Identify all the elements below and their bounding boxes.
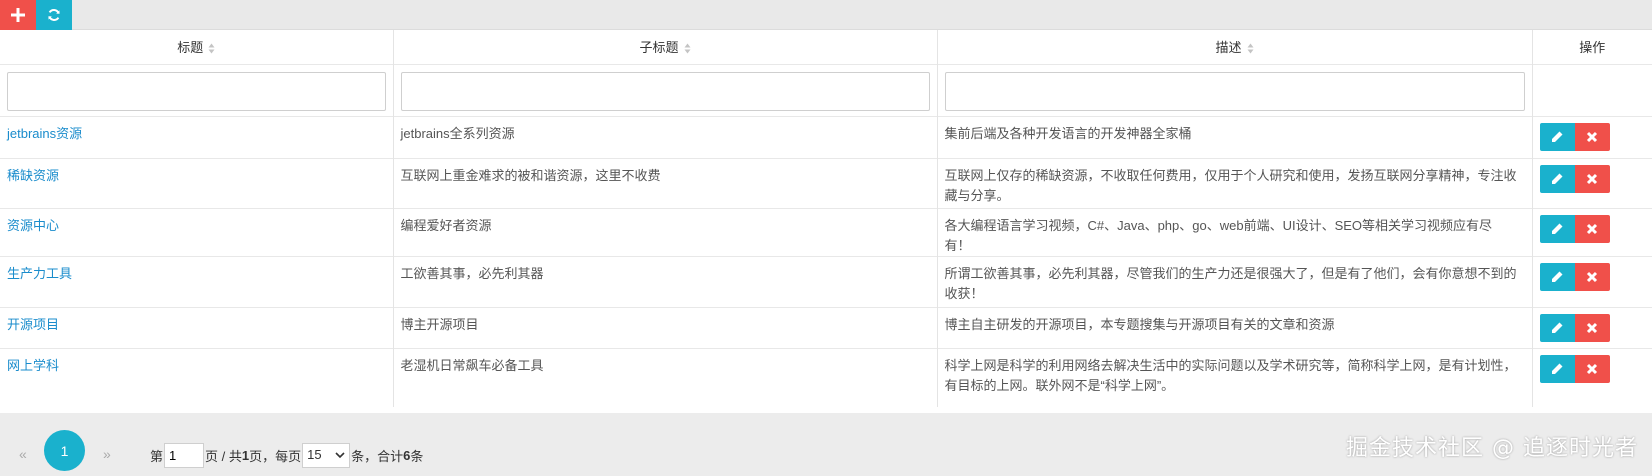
plus-icon	[11, 8, 25, 22]
toolbar	[0, 0, 1652, 30]
column-header-label: 子标题	[639, 40, 679, 56]
subtitle-filter-input[interactable]	[400, 71, 930, 111]
pencil-icon	[1552, 322, 1563, 333]
row-subtitle: 互联网上重金难求的被和谐资源，这里不收费	[393, 157, 938, 208]
pencil-icon	[1552, 223, 1563, 234]
close-icon	[1586, 173, 1598, 184]
prev-page-button[interactable]: «	[19, 446, 27, 462]
row-subtitle: jetbrains全系列资源	[393, 115, 938, 158]
row-actions	[1532, 157, 1652, 208]
close-icon	[1586, 363, 1598, 374]
current-page-button[interactable]: 1	[44, 430, 85, 471]
per-page-label: 页，每页	[249, 449, 302, 464]
row-description: 互联网上仅存的稀缺资源，不收取任何费用，仅用于个人研究和使用，发扬互联网分享精神…	[937, 157, 1533, 208]
next-page-button[interactable]: »	[103, 446, 111, 462]
delete-button[interactable]	[1574, 313, 1610, 342]
delete-button[interactable]	[1574, 214, 1610, 243]
pencil-icon	[1552, 271, 1563, 282]
row-description: 所谓工欲善其事，必先利其器，尽管我们的生产力还是很强大了，但是有了他们，会有你意…	[937, 255, 1533, 307]
chevron-down-icon	[335, 452, 345, 459]
add-button[interactable]	[0, 0, 36, 30]
sort-icon	[684, 43, 690, 54]
column-header-label: 描述	[1215, 40, 1242, 56]
filter-row	[0, 63, 1652, 116]
edit-button[interactable]	[1539, 262, 1575, 291]
filter-cell	[0, 63, 394, 116]
table-row: 生产力工具 工欲善其事，必先利其器 所谓工欲善其事，必先利其器，尽管我们的生产力…	[0, 255, 1652, 307]
row-actions	[1532, 115, 1652, 158]
total-items-value: 6	[403, 448, 411, 463]
watermark: 掘金技术社区 @ 追逐时光者	[1346, 436, 1638, 461]
row-actions	[1532, 306, 1652, 348]
table-row: 网上学科 老湿机日常飙车必备工具 科学上网是科学的利用网络去解决生活中的实际问题…	[0, 347, 1652, 407]
refresh-icon	[48, 9, 60, 21]
pagination-info: 第 页 / 共 1 页，每页 15 条，合计 6 条	[150, 443, 423, 468]
edit-button[interactable]	[1539, 164, 1575, 193]
table-row: 开源项目 博主开源项目 博主自主研发的开源项目，本专题搜集与开源项目有关的文章和…	[0, 306, 1652, 348]
edit-button[interactable]	[1539, 214, 1575, 243]
edit-button[interactable]	[1539, 354, 1575, 383]
row-title-link[interactable]: 开源项目	[7, 317, 59, 332]
delete-button[interactable]	[1574, 354, 1610, 383]
row-subtitle: 编程爱好者资源	[393, 207, 938, 256]
edit-button[interactable]	[1539, 122, 1575, 151]
row-description: 科学上网是科学的利用网络去解决生活中的实际问题以及学术研究等，简称科学上网，是有…	[937, 347, 1533, 407]
delete-button[interactable]	[1574, 164, 1610, 193]
close-icon	[1586, 131, 1598, 142]
table-row: jetbrains资源 jetbrains全系列资源 集前后端及各种开发语言的开…	[0, 115, 1652, 158]
total-pages-prefix-label: 页 / 共	[205, 449, 242, 464]
table-row: 稀缺资源 互联网上重金难求的被和谐资源，这里不收费 互联网上仅存的稀缺资源，不收…	[0, 157, 1652, 208]
delete-button[interactable]	[1574, 262, 1610, 291]
column-header-subtitle[interactable]: 子标题	[393, 30, 938, 64]
pencil-icon	[1552, 131, 1563, 142]
page-size-value: 15	[307, 447, 322, 462]
edit-button[interactable]	[1539, 313, 1575, 342]
row-title-link[interactable]: 网上学科	[7, 358, 59, 373]
pencil-icon	[1552, 173, 1563, 184]
row-description: 博主自主研发的开源项目，本专题搜集与开源项目有关的文章和资源	[937, 306, 1533, 348]
filter-cell	[393, 63, 938, 116]
column-header-label: 标题	[177, 40, 204, 56]
items-label: 条，合计	[351, 449, 404, 464]
sort-icon	[208, 43, 215, 54]
table-row: 资源中心 编程爱好者资源 各大编程语言学习视频，C#、Java、php、go、w…	[0, 207, 1652, 256]
column-header-label: 操作	[1579, 40, 1606, 56]
row-subtitle: 老湿机日常飙车必备工具	[393, 347, 938, 407]
row-subtitle: 博主开源项目	[393, 306, 938, 348]
page-size-select[interactable]: 15	[302, 443, 351, 468]
row-description: 集前后端及各种开发语言的开发神器全家桶	[937, 115, 1533, 158]
row-title-link[interactable]: jetbrains资源	[7, 126, 82, 141]
row-actions	[1532, 255, 1652, 307]
column-header-actions: 操作	[1532, 30, 1652, 64]
filter-cell	[1532, 63, 1652, 116]
row-title-link[interactable]: 生产力工具	[7, 266, 72, 281]
sort-icon	[1247, 43, 1253, 54]
column-header-description[interactable]: 描述	[937, 30, 1533, 64]
refresh-button[interactable]	[36, 0, 72, 30]
pencil-icon	[1552, 363, 1563, 374]
page-prefix-label: 第	[150, 449, 164, 464]
page-number-input[interactable]	[164, 443, 205, 468]
filter-cell	[937, 63, 1533, 116]
title-filter-input[interactable]	[7, 71, 386, 111]
close-icon	[1586, 223, 1598, 234]
header-row: 标题 子标题 描述 操作	[0, 30, 1652, 64]
row-description: 各大编程语言学习视频，C#、Java、php、go、web前端、UI设计、SEO…	[937, 207, 1533, 256]
row-actions	[1532, 347, 1652, 407]
row-subtitle: 工欲善其事，必先利其器	[393, 255, 938, 307]
description-filter-input[interactable]	[944, 71, 1525, 111]
close-icon	[1586, 322, 1598, 333]
column-header-title[interactable]: 标题	[0, 30, 394, 64]
row-title-link[interactable]: 稀缺资源	[7, 168, 59, 183]
row-title-link[interactable]: 资源中心	[7, 218, 59, 233]
close-icon	[1586, 271, 1598, 282]
items-suffix-label: 条	[410, 449, 424, 464]
delete-button[interactable]	[1574, 122, 1610, 151]
resource-table: 标题 子标题 描述 操作 jetbrains资源 jetbrains全系列资源 …	[0, 30, 1652, 407]
row-actions	[1532, 207, 1652, 256]
total-pages-value: 1	[241, 448, 250, 463]
